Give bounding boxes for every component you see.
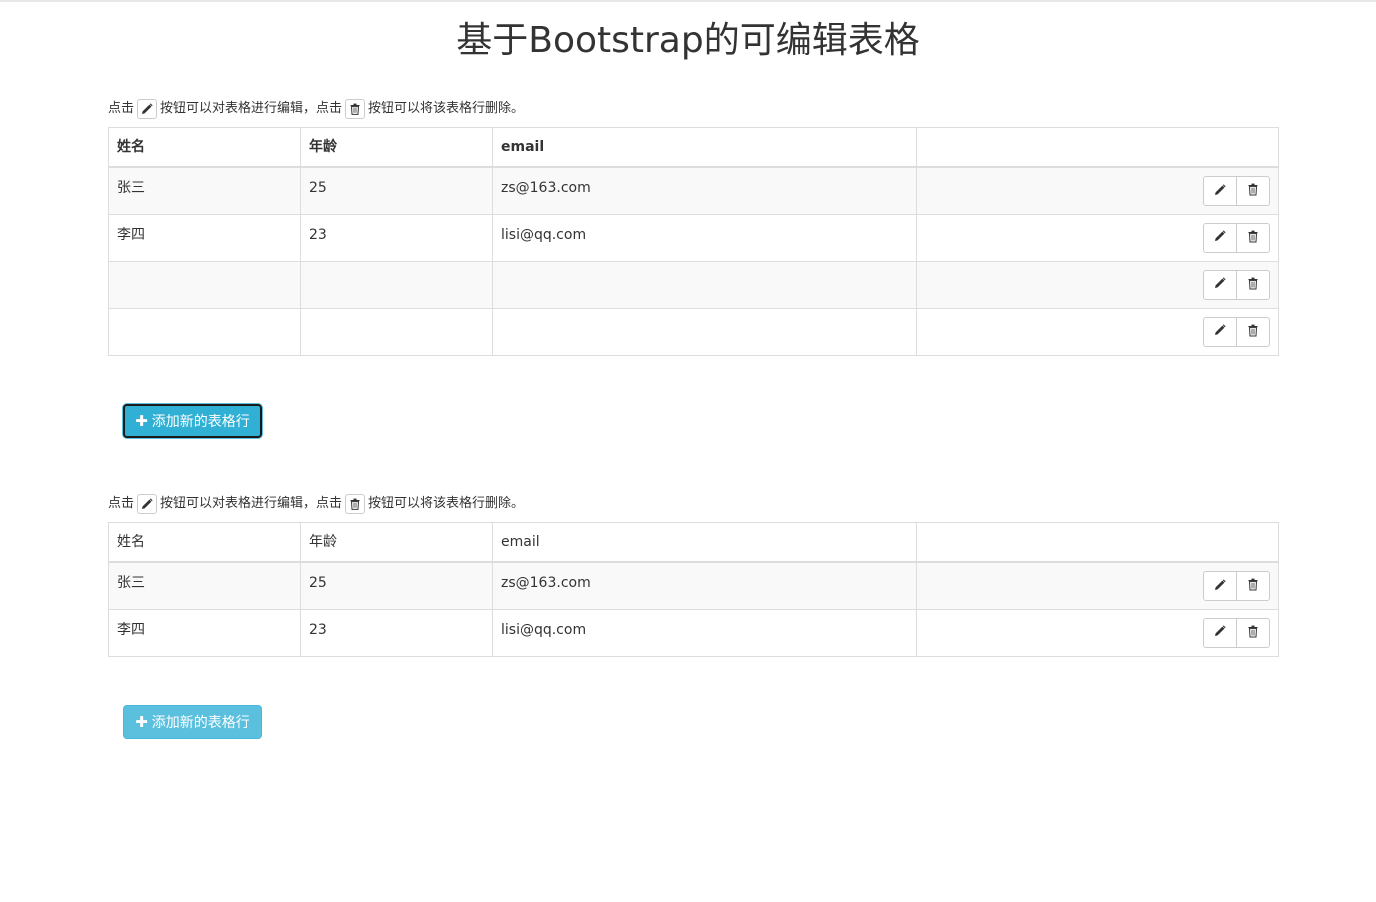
header-actions [916, 127, 1279, 168]
cell-age[interactable]: 25 [300, 561, 493, 610]
pencil-icon [1214, 277, 1226, 292]
edit-row-button[interactable] [1203, 269, 1237, 300]
cell-email[interactable] [492, 307, 917, 356]
trash-icon [1247, 277, 1259, 293]
instructions: 点击 按钮可以对表格进行编辑，点击 按钮可以将该表格行删除。 [108, 98, 1278, 120]
table-row [108, 260, 1279, 309]
add-row-button-2[interactable]: ✚ 添加新的表格行 [123, 705, 262, 739]
delete-row-button[interactable] [1236, 617, 1270, 648]
table-header-row: 姓名 年龄 email [108, 522, 1279, 563]
pencil-icon [1214, 324, 1226, 339]
cell-age[interactable]: 23 [300, 213, 493, 262]
editable-table-2: 姓名 年龄 email 张三 25 zs@163.com 李四 23 lisi@… [108, 522, 1279, 657]
delete-row-button[interactable] [1236, 571, 1270, 601]
header-name: 姓名 [108, 127, 301, 168]
add-row-label-1: 添加新的表格行 [151, 414, 250, 430]
row-action-group [1203, 222, 1270, 253]
pencil-icon [1214, 625, 1226, 640]
cell-name[interactable]: 张三 [108, 561, 301, 610]
cell-name[interactable] [108, 260, 301, 309]
table-row: 李四 23 lisi@qq.com [108, 608, 1279, 657]
cell-actions [916, 213, 1279, 262]
trash-icon [345, 494, 366, 514]
instructions-prefix: 点击 [108, 101, 135, 116]
delete-row-button[interactable] [1236, 269, 1270, 300]
delete-row-button[interactable] [1236, 316, 1270, 347]
trash-icon [1247, 625, 1259, 641]
trash-icon [1247, 324, 1259, 340]
top-rule [0, 0, 1376, 2]
header-actions [916, 522, 1279, 563]
cell-email[interactable]: zs@163.com [492, 166, 917, 215]
header-age: 年龄 [300, 522, 493, 563]
instructions-middle: 按钮可以对表格进行编辑，点击 [160, 101, 343, 116]
edit-row-button[interactable] [1203, 222, 1237, 253]
trash-icon [345, 99, 366, 119]
plus-icon: ✚ [135, 713, 148, 731]
delete-row-button[interactable] [1236, 176, 1270, 206]
cell-name[interactable]: 李四 [108, 608, 301, 657]
cell-name[interactable]: 李四 [108, 213, 301, 262]
cell-actions [916, 608, 1279, 657]
header-name: 姓名 [108, 522, 301, 563]
cell-name[interactable] [108, 307, 301, 356]
cell-age[interactable]: 23 [300, 608, 493, 657]
add-row-button-1[interactable]: ✚ 添加新的表格行 [123, 404, 262, 438]
cell-email[interactable]: lisi@qq.com [492, 608, 917, 657]
pencil-icon [1214, 183, 1226, 199]
table-header-row: 姓名 年龄 email [108, 127, 1279, 168]
cell-email[interactable]: lisi@qq.com [492, 213, 917, 262]
editable-table-section-1: 点击 按钮可以对表格进行编辑，点击 按钮可以将该表格行删除。 姓名 年龄 ema… [108, 98, 1279, 356]
pencil-icon [1214, 230, 1226, 245]
page-title: 基于Bootstrap的可编辑表格 [456, 20, 920, 61]
edit-row-button[interactable] [1203, 617, 1237, 648]
table-row: 张三 25 zs@163.com [108, 166, 1279, 215]
instructions-suffix: 按钮可以将该表格行删除。 [368, 496, 525, 511]
cell-email[interactable] [492, 260, 917, 309]
trash-icon [1247, 230, 1259, 246]
cell-age[interactable] [300, 260, 493, 309]
header-age: 年龄 [300, 127, 493, 168]
header-email: email [492, 522, 917, 563]
editable-table-section-2: 点击 按钮可以对表格进行编辑，点击 按钮可以将该表格行删除。 姓名 年龄 ema… [108, 493, 1279, 657]
editable-table-1: 姓名 年龄 email 张三 25 zs@163.com 李四 23 lisi@… [108, 127, 1279, 356]
edit-row-button[interactable] [1203, 176, 1237, 206]
cell-email[interactable]: zs@163.com [492, 561, 917, 610]
pencil-icon [137, 494, 158, 514]
cell-actions [916, 561, 1279, 610]
table-1-body: 张三 25 zs@163.com 李四 23 lisi@qq.com [108, 166, 1279, 356]
plus-icon: ✚ [135, 412, 148, 430]
edit-row-button[interactable] [1203, 571, 1237, 601]
edit-row-button[interactable] [1203, 316, 1237, 347]
trash-icon [1247, 578, 1259, 594]
pencil-icon [137, 99, 158, 119]
cell-name[interactable]: 张三 [108, 166, 301, 215]
row-action-group [1203, 269, 1270, 300]
row-action-group [1203, 571, 1270, 601]
row-action-group [1203, 176, 1270, 206]
cell-actions [916, 166, 1279, 215]
table-row [108, 307, 1279, 356]
cell-age[interactable] [300, 307, 493, 356]
instructions: 点击 按钮可以对表格进行编辑，点击 按钮可以将该表格行删除。 [108, 493, 1278, 515]
cell-age[interactable]: 25 [300, 166, 493, 215]
table-row: 李四 23 lisi@qq.com [108, 213, 1279, 262]
row-action-group [1203, 617, 1270, 648]
cell-actions [916, 307, 1279, 356]
row-action-group [1203, 316, 1270, 347]
trash-icon [1247, 183, 1259, 199]
table-2-body: 张三 25 zs@163.com 李四 23 lisi@qq.com [108, 561, 1279, 657]
instructions-prefix: 点击 [108, 496, 135, 511]
instructions-middle: 按钮可以对表格进行编辑，点击 [160, 496, 343, 511]
cell-actions [916, 260, 1279, 309]
add-row-label-2: 添加新的表格行 [151, 715, 250, 731]
pencil-icon [1214, 578, 1226, 594]
delete-row-button[interactable] [1236, 222, 1270, 253]
header-email: email [492, 127, 917, 168]
table-row: 张三 25 zs@163.com [108, 561, 1279, 610]
instructions-suffix: 按钮可以将该表格行删除。 [368, 101, 525, 116]
